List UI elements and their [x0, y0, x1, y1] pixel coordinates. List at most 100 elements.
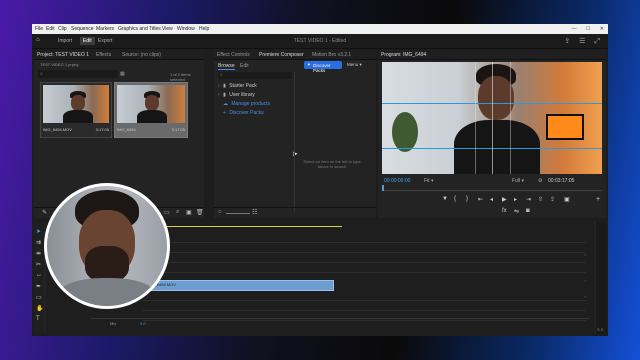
mark-in-icon[interactable]: {	[454, 196, 456, 202]
hand-tool-icon[interactable]: ✋	[36, 305, 43, 312]
type-tool-icon[interactable]: T	[36, 316, 40, 322]
audio-track-a2[interactable]	[142, 302, 586, 311]
window-title: TEST VIDEO 1 - Edited	[293, 38, 347, 44]
menu-graphics[interactable]: Graphics and Titles	[118, 26, 161, 32]
marker-icon[interactable]: ▼	[442, 196, 448, 202]
zoom-slider[interactable]	[226, 213, 250, 214]
track-select-icon[interactable]: ⇉	[36, 239, 41, 246]
program-title[interactable]: Program: IMG_6494	[381, 52, 426, 58]
video-track-v0[interactable]	[142, 264, 586, 273]
go-to-out-icon[interactable]: ⇥	[526, 196, 531, 203]
project-item[interactable]: IMG_6494.MOV 3:17:05	[40, 82, 112, 138]
item-duration: 3:17:05	[95, 127, 109, 132]
export-frame-icon[interactable]: ▣	[564, 196, 570, 203]
lift-icon[interactable]: ⇧	[538, 196, 543, 203]
tree-item[interactable]: ☁ Manage products	[218, 101, 292, 110]
menu-clip[interactable]: Clip	[58, 26, 67, 32]
razor-tool-icon[interactable]: ✂	[36, 261, 41, 268]
program-scrubber[interactable]	[382, 185, 602, 191]
project-item[interactable]: IMG_6494 3:17:05	[114, 82, 188, 138]
menu-button[interactable]: Menu ▾	[347, 62, 362, 68]
minimize-icon[interactable]: —	[572, 26, 577, 32]
composer-hint: Select an item on the left or type above…	[303, 159, 361, 169]
trash-icon[interactable]: 🗑	[196, 209, 204, 216]
item-name: IMG_6494	[117, 127, 136, 132]
item-duration: 3:17:05	[171, 127, 185, 132]
composer-panel: Effect Controls Premiere Composer Motion…	[214, 50, 376, 218]
workspace-icon[interactable]: ☰	[579, 38, 585, 45]
pencil-icon[interactable]: ✎	[42, 209, 47, 216]
fullscreen-icon[interactable]: ⤢	[594, 38, 600, 45]
tab-edit-composer[interactable]: Edit	[240, 63, 249, 69]
tree-item[interactable]: › ▮ Starter Pack	[218, 83, 292, 92]
wrench-icon[interactable]: ⚙	[538, 178, 542, 184]
timeline-scrollbar[interactable]: ○ ○ ○	[584, 232, 588, 324]
program-video-frame[interactable]	[382, 62, 602, 174]
folder-icon[interactable]: ▭	[164, 209, 170, 216]
fit-dropdown[interactable]: Fit ▾	[424, 178, 433, 184]
video-track-v3[interactable]	[142, 234, 586, 243]
close-icon[interactable]: ✕	[600, 26, 604, 32]
pen-tool-icon[interactable]: ✒	[36, 283, 41, 290]
tree-item[interactable]: › ▮ User library	[218, 92, 292, 101]
quick-export-icon[interactable]: ⇪	[564, 38, 570, 45]
spark-icon: ✦	[307, 62, 311, 67]
zoom-out-icon[interactable]: ○	[218, 209, 222, 215]
slip-tool-icon[interactable]: ↔	[36, 272, 42, 278]
menu-help[interactable]: Help	[199, 26, 209, 32]
step-back-icon[interactable]: ◂	[490, 196, 493, 203]
plus-icon: +	[223, 110, 226, 116]
rectangle-tool-icon[interactable]: ▭	[36, 294, 42, 301]
menu-markers[interactable]: Markers	[96, 26, 114, 32]
tab-browse[interactable]: Browse	[218, 63, 235, 70]
program-timecode[interactable]: 00:00:00:00	[384, 178, 410, 184]
maximize-icon[interactable]: ☐	[586, 26, 590, 32]
mark-out-icon[interactable]: }	[466, 196, 468, 202]
tab-project[interactable]: Project: TEST VIDEO 1	[37, 52, 89, 58]
menu-view[interactable]: View	[162, 26, 173, 32]
menu-sequence[interactable]: Sequence	[71, 26, 94, 32]
playhead[interactable]	[382, 185, 384, 191]
add-button-icon[interactable]: +	[596, 196, 600, 203]
audio-track-a1[interactable]	[142, 292, 586, 301]
menu-file[interactable]: File	[35, 26, 43, 32]
search-icon[interactable]: ⌕	[176, 209, 179, 216]
tree-item[interactable]: + Discover Packs	[218, 110, 292, 119]
mix-value[interactable]: 0.0	[140, 321, 146, 326]
menu-window[interactable]: Window	[177, 26, 195, 32]
tab-source[interactable]: Source: (no clips)	[122, 52, 161, 58]
scroll-handle-icon[interactable]: ○	[584, 294, 586, 299]
work-area-bar[interactable]	[142, 226, 342, 227]
tab-motion-bro[interactable]: Motion Bro v3.2.1	[312, 52, 351, 58]
quality-dropdown[interactable]: Full ▾	[512, 178, 524, 184]
ripple-edit-icon[interactable]: ⇹	[36, 250, 41, 257]
view-options-icon[interactable]: ☷	[252, 209, 257, 216]
new-item-icon[interactable]: ▣	[186, 209, 192, 216]
selection-tool-icon[interactable]: ➤	[36, 228, 41, 235]
tab-premiere-composer[interactable]: Premiere Composer	[259, 52, 304, 58]
scroll-handle-icon[interactable]: ○	[584, 278, 586, 283]
project-search-input[interactable]: ⌕	[38, 70, 118, 78]
video-track-v2[interactable]	[142, 244, 586, 253]
extract-icon[interactable]: ⇪	[550, 196, 555, 203]
tab-effects[interactable]: Effects	[96, 52, 111, 58]
step-forward-icon[interactable]: ▸	[514, 196, 517, 203]
composer-search-input[interactable]: ⌕	[218, 72, 292, 79]
discover-packs-label: Discover Packs	[313, 62, 331, 73]
go-to-in-icon[interactable]: ⇤	[478, 196, 483, 203]
tree-item-label: Manage products	[231, 101, 271, 107]
timeline-clip[interactable]: IMG_6494.MOV	[142, 280, 334, 291]
play-icon[interactable]: ▶	[502, 196, 507, 203]
new-bin-icon[interactable]: ▦	[120, 71, 125, 77]
chevron-right-icon: ›	[218, 92, 220, 98]
chevron-right-icon: ›	[218, 83, 220, 89]
camera-icon[interactable]: ◙	[526, 208, 530, 214]
menu-button-label: Menu	[347, 62, 359, 67]
tab-effect-controls[interactable]: Effect Controls	[217, 52, 250, 58]
menu-edit[interactable]: Edit	[46, 26, 55, 32]
scroll-handle-icon[interactable]: ○	[584, 252, 586, 257]
video-track-v1[interactable]	[142, 254, 586, 263]
effects-icon[interactable]: fx	[502, 208, 507, 214]
discover-packs-button[interactable]: ✦ Discover Packs	[304, 61, 342, 73]
overwrite-icon[interactable]: ⇋	[514, 208, 519, 215]
